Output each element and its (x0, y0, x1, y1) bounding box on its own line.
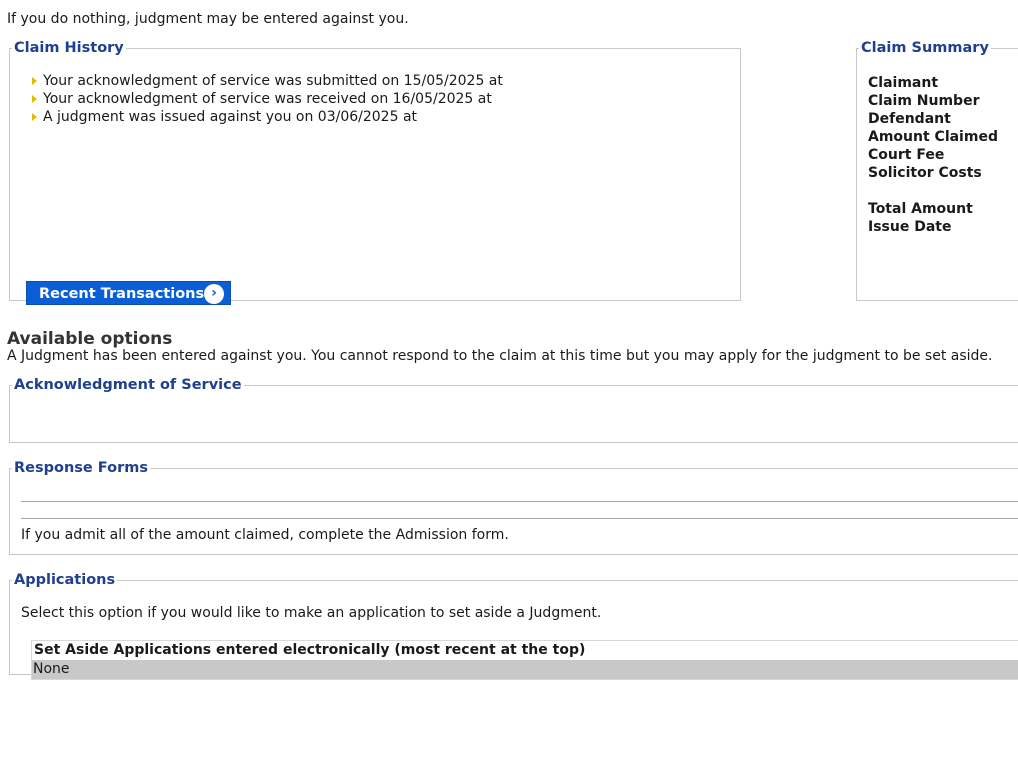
response-forms-panel: Response Forms If you admit all of the a… (9, 460, 1018, 555)
claim-history-list: Your acknowledgment of service was submi… (30, 72, 503, 126)
arrow-bullet-icon (32, 95, 37, 103)
summary-label-claim-number: Claim Number (868, 93, 980, 109)
summary-label-claimant: Claimant (868, 75, 939, 91)
acknowledgment-panel: Acknowledgment of Service (9, 377, 1018, 443)
history-item-text: A judgment was issued against you on 03/… (43, 109, 418, 125)
summary-label-court-fee: Court Fee (868, 147, 945, 163)
summary-label-total-amount: Total Amount (868, 201, 973, 217)
applications-text: Select this option if you would like to … (21, 605, 602, 621)
claim-summary-legend: Claim Summary (861, 40, 989, 56)
available-options-description: A Judgment has been entered against you.… (7, 348, 993, 364)
recent-transactions-button[interactable]: Recent Transactions › (26, 281, 231, 305)
history-item-text: Your acknowledgment of service was recei… (43, 91, 492, 107)
history-item: Your acknowledgment of service was submi… (30, 72, 503, 90)
acknowledgment-legend: Acknowledgment of Service (14, 377, 242, 393)
claim-summary-labels: Claimant Claim Number Defendant Amount C… (868, 74, 998, 236)
table-row: None (32, 660, 1018, 679)
divider (21, 518, 1018, 519)
warning-text: If you do nothing, judgment may be enter… (7, 11, 409, 27)
recent-transactions-label: Recent Transactions (39, 286, 205, 302)
summary-spacer (868, 182, 998, 200)
claim-history-legend: Claim History (14, 40, 124, 56)
applications-panel: Applications Select this option if you w… (9, 572, 1018, 680)
summary-label-defendant: Defendant (868, 111, 951, 127)
arrow-bullet-icon (32, 77, 37, 85)
history-item-text: Your acknowledgment of service was submi… (43, 73, 503, 89)
chevron-right-circle-icon: › (204, 284, 224, 304)
summary-label-issue-date: Issue Date (868, 219, 952, 235)
response-forms-legend: Response Forms (14, 460, 148, 476)
divider (21, 501, 1018, 502)
history-item: A judgment was issued against you on 03/… (30, 108, 503, 126)
summary-label-amount-claimed: Amount Claimed (868, 129, 998, 145)
table-header: Set Aside Applications entered electroni… (32, 641, 1018, 660)
history-item: Your acknowledgment of service was recei… (30, 90, 503, 108)
set-aside-applications-table: Set Aside Applications entered electroni… (31, 640, 1018, 680)
arrow-bullet-icon (32, 113, 37, 121)
summary-label-solicitor-costs: Solicitor Costs (868, 165, 982, 181)
claim-history-panel: Claim History Your acknowledgment of ser… (9, 40, 741, 305)
available-options-title: Available options (7, 329, 173, 349)
response-forms-text: If you admit all of the amount claimed, … (21, 527, 509, 543)
claim-summary-panel: Claim Summary Claimant Claim Number Defe… (856, 40, 1018, 301)
applications-legend: Applications (14, 572, 116, 588)
